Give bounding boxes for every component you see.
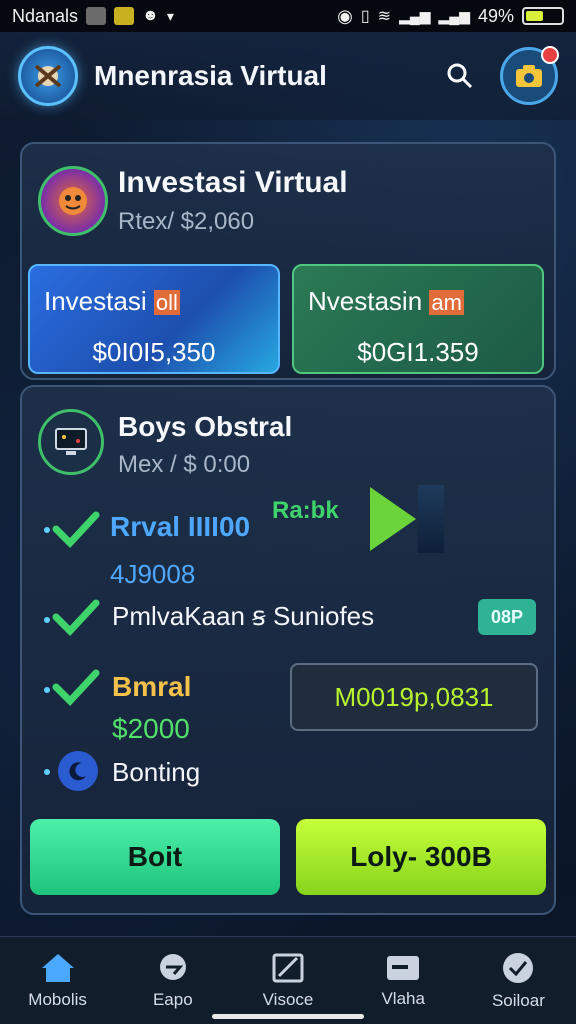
notification-badge	[541, 46, 559, 64]
tile-label-text: Nvestasin	[308, 286, 423, 316]
nav-label: Eapo	[152, 989, 193, 1009]
carrier-name: Ndanals	[12, 5, 79, 26]
alien-icon: ☻	[142, 7, 159, 24]
secondary-button[interactable]: Loly- 300B	[296, 819, 546, 895]
search-icon	[447, 63, 473, 89]
card-icon	[387, 955, 420, 980]
row2-label: PmlvaKaan ꞩ Suniofes	[112, 601, 375, 631]
app-notification-icon	[114, 7, 135, 25]
edit-icon	[272, 953, 304, 982]
amount-field[interactable]: M0019p,0831	[290, 663, 538, 731]
investment-tile-green[interactable]: Nvestasin am $0GI1.359	[292, 264, 544, 374]
row1-value: 4J9008	[110, 559, 196, 589]
tile-label-text: Investasi	[44, 286, 147, 316]
row4-label: Bonting	[112, 757, 201, 787]
app-logo-icon	[34, 64, 62, 88]
search-button[interactable]	[440, 56, 480, 96]
tile-value: $0GI1.359	[357, 337, 479, 367]
nav-item-mobolis[interactable]: Mobolis	[0, 937, 115, 1024]
dnd-icon: ◉	[337, 5, 353, 26]
nav-item-vlaha[interactable]: Vlaha	[346, 937, 461, 1024]
home-icon	[41, 953, 74, 982]
nav-item-soiloar[interactable]: Soiloar	[461, 937, 576, 1024]
nav-label: Vlaha	[381, 988, 425, 1008]
rabk-label: Ra:bk	[272, 497, 339, 524]
check-circle-icon	[503, 952, 534, 983]
app-title: Mnenrasia Virtual	[94, 60, 327, 91]
row-bullet	[44, 617, 50, 623]
play-bar	[418, 485, 444, 553]
detail-icon	[38, 409, 104, 475]
check-icon	[52, 599, 100, 637]
investment-title: Investasi Virtual	[118, 166, 348, 199]
row2-badge[interactable]: 08P	[478, 599, 536, 635]
app-notification-icon	[86, 7, 107, 25]
app-logo[interactable]	[18, 46, 78, 106]
detail-card: Boys Obstral Mex / $ 0:00 Ra:bk Rrval II…	[20, 385, 556, 915]
nav-label: Soiloar	[491, 990, 545, 1010]
home-indicator[interactable]	[212, 1014, 364, 1019]
tile-label: Investasi oll	[44, 286, 264, 317]
battery-fill	[526, 11, 543, 21]
battery-icon	[522, 7, 564, 25]
moon-icon	[69, 762, 86, 781]
bottom-nav: Mobolis Eapo Visoce Vlaha Soiloar	[0, 936, 576, 1024]
app-bar: Mnenrasia Virtual	[0, 32, 576, 120]
row1-label: Rrval IIII00	[110, 511, 251, 542]
row-bullet	[44, 687, 50, 693]
tile-label: Nvestasin am	[308, 286, 528, 317]
primary-button[interactable]: Boit	[30, 819, 280, 895]
row3-value: $2000	[112, 713, 190, 744]
row-bullet	[44, 769, 50, 775]
wifi-icon: ≋	[377, 8, 392, 25]
signal-icon: ▂▄▆	[438, 7, 470, 24]
battery-percent: 49%	[477, 5, 514, 26]
row-bullet	[44, 527, 50, 533]
detail-title: Boys Obstral	[118, 411, 293, 442]
signal-icon: ▂▄▆	[399, 7, 431, 24]
investment-tile-blue[interactable]: Investasi oll $0I0I5,350	[28, 264, 280, 374]
vibrate-icon: ▯	[360, 8, 370, 25]
check-icon	[52, 511, 100, 549]
status-bar: Ndanals ☻ ▾ ◉ ▯ ≋ ▂▄▆ ▂▄▆ 49%	[0, 0, 576, 32]
nav-label: Mobolis	[28, 989, 87, 1009]
gear-face-icon	[59, 187, 87, 215]
check-icon	[52, 669, 100, 707]
camera-button[interactable]	[500, 46, 559, 105]
detail-subtitle: Mex / $ 0:00	[118, 451, 251, 478]
row3-label: Bmral	[112, 671, 192, 702]
tile-label-highlight: oll	[153, 290, 180, 315]
investment-card: Investasi Virtual Rtex/ $2,060 Investasi…	[20, 142, 556, 380]
tile-label-highlight: am	[429, 290, 464, 315]
nav-label: Visoce	[262, 989, 314, 1009]
tile-value: $0I0I5,350	[92, 337, 216, 367]
monitor-icon	[55, 428, 87, 455]
investment-avatar	[38, 166, 108, 236]
investment-subtitle: Rtex/ $2,060	[118, 208, 255, 235]
nav-item-visoce[interactable]: Visoce	[230, 937, 345, 1024]
play-icon[interactable]	[368, 485, 418, 553]
dropdown-icon: ▾	[166, 7, 174, 24]
camera-icon	[516, 65, 542, 87]
chat-icon	[159, 953, 186, 980]
nav-item-eapo[interactable]: Eapo	[115, 937, 230, 1024]
bonus-icon	[58, 751, 98, 791]
